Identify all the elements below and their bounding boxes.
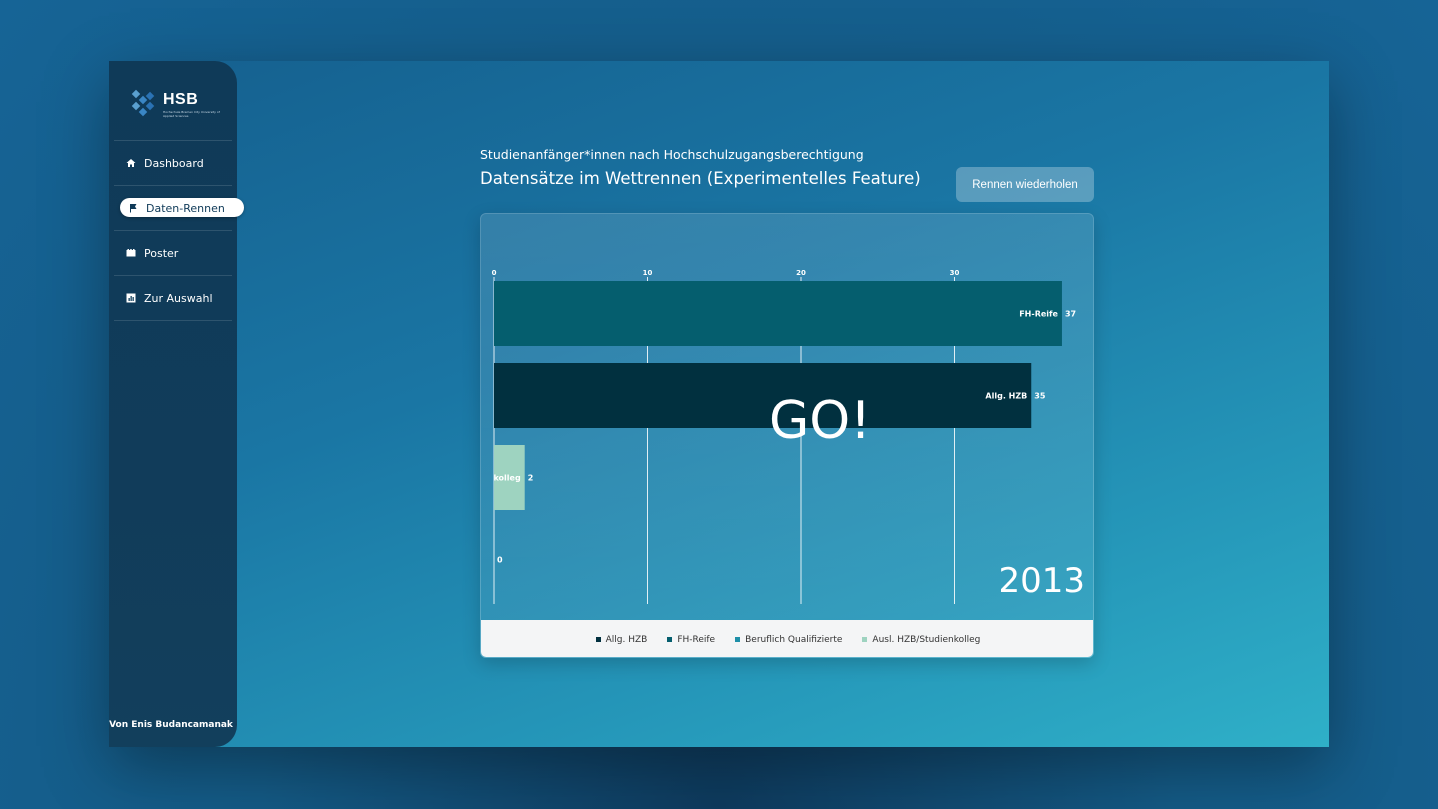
- chart-legend: Allg. HZB FH-Reife Beruflich Qualifizierte…: [481, 620, 1093, 657]
- x-tick-label: 10: [643, 269, 653, 277]
- bar-label: Allg. HZB: [985, 392, 1027, 401]
- film-icon: [126, 248, 136, 258]
- author-credit: Von Enis Budancamanak: [109, 720, 233, 730]
- legend-label: Ausl. HZB/Studienkolleg: [872, 634, 981, 645]
- hsb-logo[interactable]: HSB Hochschule Bremen City University of…: [131, 89, 231, 123]
- home-icon: [126, 158, 136, 168]
- legend-label: FH-Reife: [677, 634, 716, 645]
- legend-label: Beruflich Qualifizierte: [745, 634, 843, 645]
- legend-label: Allg. HZB: [605, 634, 648, 645]
- sidebar: HSB Hochschule Bremen City University of…: [109, 61, 244, 747]
- legend-swatch: [735, 637, 741, 642]
- logo-subtitle: Hochschule Bremen City University of App…: [163, 110, 220, 118]
- page-subtitle: Studienanfänger*innen nach Hochschulzuga…: [480, 147, 864, 162]
- logo-mark-icon: [131, 89, 155, 117]
- x-tick-label: 30: [950, 269, 960, 277]
- year-label: 2013: [998, 561, 1085, 601]
- x-tick-label: 20: [796, 269, 806, 277]
- bar-label: kolleg: [493, 474, 521, 483]
- flag-icon: [128, 203, 138, 213]
- bar-value: 35: [1034, 392, 1046, 401]
- legend-swatch: [595, 637, 601, 642]
- x-tick-label: 0: [492, 269, 497, 277]
- clip-guard: [481, 214, 482, 215]
- legend-item[interactable]: Allg. HZB: [595, 634, 648, 645]
- legend-item[interactable]: Ausl. HZB/Studienkolleg: [862, 635, 980, 645]
- logo-brand: HSB: [163, 91, 199, 108]
- app-window: HSB Hochschule Bremen City University of…: [109, 61, 1329, 747]
- bar: [494, 281, 1062, 346]
- chart-icon: [126, 293, 136, 303]
- bar-group: kolleg 2: [493, 445, 533, 510]
- legend-swatch: [667, 637, 673, 642]
- bar: [494, 363, 1032, 428]
- bar-value: 2: [528, 474, 534, 483]
- go-overlay: GO!: [769, 391, 871, 451]
- legend-swatch: [862, 637, 868, 642]
- bar-value: 0: [497, 556, 503, 565]
- sidebar-item-zur-auswahl[interactable]: Zur Auswahl: [114, 276, 232, 320]
- nav-divider: [114, 320, 232, 321]
- bar-group: 0: [497, 556, 503, 565]
- sidebar-item-daten-rennen[interactable]: Daten-Rennen: [114, 186, 244, 230]
- sidebar-item-label: Daten-Rennen: [146, 201, 225, 215]
- bar-value: 37: [1065, 310, 1076, 319]
- page-title: Datensätze im Wettrennen (Experimentelle…: [480, 169, 921, 188]
- legend-item[interactable]: FH-Reife: [667, 635, 715, 645]
- sidebar-item-label: Zur Auswahl: [144, 291, 213, 305]
- bar-label: FH-Reife: [1019, 310, 1058, 319]
- rerun-button[interactable]: Rennen wiederholen: [956, 167, 1094, 202]
- chart-card: 0 10 20 30 FH-Reife 37 Allg. HZB 35 kolleg 2 0 GO! 2…: [480, 213, 1094, 658]
- sidebar-item-dashboard[interactable]: Dashboard: [114, 141, 232, 185]
- sidebar-item-label: Dashboard: [144, 156, 204, 170]
- sidebar-item-label: Poster: [144, 246, 179, 260]
- chart-plot-area: 0 10 20 30 FH-Reife 37 Allg. HZB 35 kolleg 2 0 GO! 2…: [481, 214, 1093, 620]
- legend-item[interactable]: Beruflich Qualifizierte: [735, 635, 842, 645]
- sidebar-item-poster[interactable]: Poster: [114, 231, 232, 275]
- bar-group: FH-Reife 37: [494, 281, 1076, 346]
- sidebar-nav: Dashboard Daten-Rennen Poster Zur Auswah…: [114, 140, 244, 321]
- bar-race-chart: 0 10 20 30FH-Reife 37Allg. HZB 35kolleg 20GO!2…: [481, 214, 1085, 604]
